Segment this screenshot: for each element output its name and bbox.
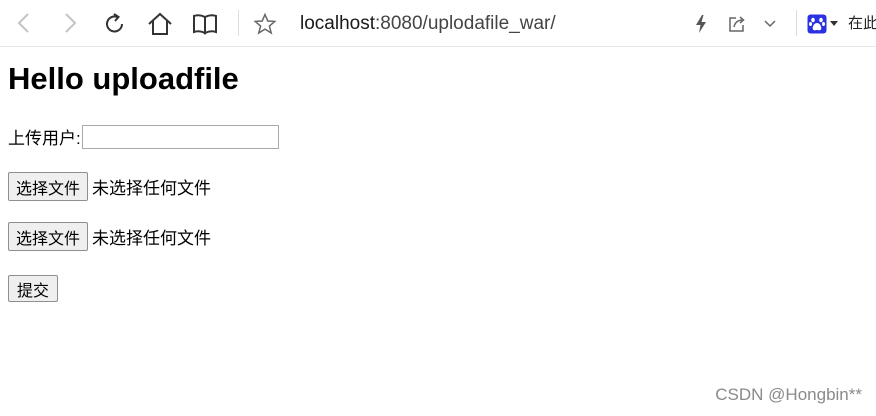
choose-file-button-1[interactable]: 选择文件	[8, 172, 89, 201]
star-icon[interactable]	[252, 11, 278, 37]
file-status-1: 未选择任何文件	[92, 179, 212, 198]
search-box-label[interactable]: 在此	[848, 15, 876, 33]
user-label: 上传用户:	[8, 129, 81, 148]
url-host: localhost	[300, 13, 375, 34]
file-row-1: 选择文件 未选择任何文件	[8, 172, 211, 201]
back-arrow-icon[interactable]	[12, 11, 36, 35]
baidu-paw-icon[interactable]	[806, 13, 828, 35]
chevron-down-icon[interactable]	[760, 15, 780, 33]
user-input[interactable]	[81, 124, 279, 149]
share-icon[interactable]	[726, 13, 748, 35]
home-icon[interactable]	[146, 10, 174, 38]
book-icon[interactable]	[191, 11, 219, 37]
search-engine-dropdown-icon[interactable]	[829, 19, 839, 29]
page-title: Hello uploadfile	[8, 61, 239, 96]
forward-arrow-icon[interactable]	[58, 11, 82, 35]
reload-icon[interactable]	[102, 11, 128, 37]
lightning-icon[interactable]	[692, 14, 710, 34]
toolbar-separator	[238, 10, 239, 36]
submit-button[interactable]: 提交	[8, 275, 59, 302]
file-row-2: 选择文件 未选择任何文件	[8, 222, 211, 251]
toolbar-separator-right	[796, 10, 797, 36]
choose-file-button-2[interactable]: 选择文件	[8, 222, 89, 251]
page-content: Hello uploadfile 上传用户: 选择文件 未选择任何文件 选择文件…	[8, 47, 868, 302]
file-status-2: 未选择任何文件	[92, 229, 212, 248]
url-path: :8080/uplodafile_war/	[375, 13, 556, 34]
user-row: 上传用户:	[8, 124, 279, 149]
submit-row: 提交	[8, 275, 59, 302]
address-bar[interactable]: localhost:8080/uplodafile_war/	[300, 12, 556, 36]
browser-toolbar: localhost:8080/uplodafile_war/ 在此	[0, 0, 876, 47]
watermark: CSDN @Hongbin**	[715, 385, 862, 404]
